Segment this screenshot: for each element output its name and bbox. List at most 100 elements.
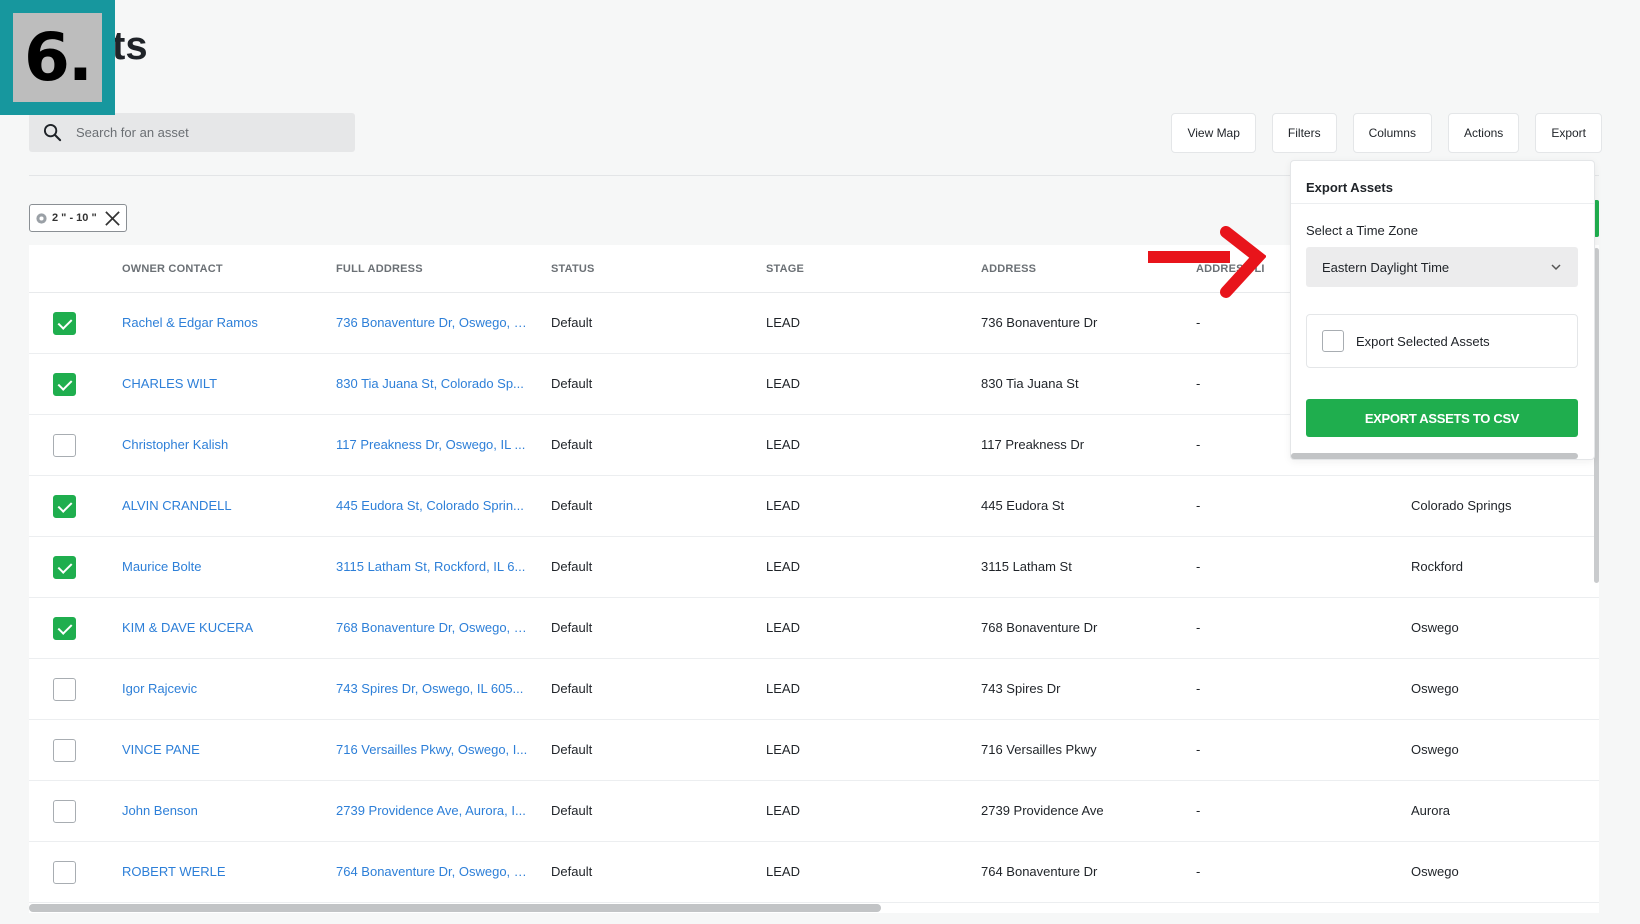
row-checkbox[interactable] <box>53 861 76 884</box>
owner-contact-link[interactable]: ROBERT WERLE <box>122 864 226 879</box>
city-cell: Oswego <box>1411 681 1459 696</box>
address-line-2-cell: - <box>1196 315 1201 330</box>
status-cell: Default <box>551 559 593 574</box>
filter-chip[interactable]: 2 " - 10 " <box>29 204 127 232</box>
export-button[interactable]: Export <box>1535 113 1602 153</box>
page-title: ts <box>112 24 148 68</box>
horizontal-scrollbar[interactable] <box>29 904 881 912</box>
status-cell: Default <box>551 498 593 513</box>
export-csv-button[interactable]: EXPORT ASSETS TO CSV <box>1306 399 1578 437</box>
stage-cell: LEAD <box>766 315 800 330</box>
header-address[interactable]: ADDRESS <box>981 263 1036 275</box>
owner-contact-link[interactable]: KIM & DAVE KUCERA <box>122 620 253 635</box>
filters-button[interactable]: Filters <box>1271 113 1337 153</box>
full-address-link[interactable]: 2739 Providence Ave, Aurora, I... <box>336 803 526 818</box>
table-row[interactable]: ROBERT WERLE 764 Bonaventure Dr, Oswego, … <box>29 842 1599 903</box>
full-address-link[interactable]: 764 Bonaventure Dr, Oswego, I... <box>336 864 528 879</box>
row-checkbox[interactable] <box>53 800 76 823</box>
address-line-2-cell: - <box>1196 437 1201 452</box>
owner-contact-link[interactable]: Maurice Bolte <box>122 559 201 574</box>
city-cell: Rockford <box>1411 559 1464 574</box>
row-checkbox[interactable] <box>53 495 76 518</box>
address-cell: 117 Preakness Dr <box>981 437 1085 452</box>
city-cell: Aurora <box>1411 803 1451 818</box>
city-cell: Oswego <box>1411 620 1459 635</box>
owner-contact-link[interactable]: Rachel & Edgar Ramos <box>122 315 258 330</box>
status-cell: Default <box>551 620 593 635</box>
status-cell: Default <box>551 742 593 757</box>
search-icon <box>43 123 62 142</box>
search-bar[interactable] <box>29 113 355 152</box>
address-line-2-cell: - <box>1196 803 1201 818</box>
full-address-link[interactable]: 736 Bonaventure Dr, Oswego, I... <box>336 315 528 330</box>
export-selected-checkbox[interactable] <box>1322 330 1344 352</box>
full-address-link[interactable]: 445 Eudora St, Colorado Sprin... <box>336 498 524 513</box>
timezone-label: Select a Time Zone <box>1306 223 1418 238</box>
address-cell: 768 Bonaventure Dr <box>981 620 1098 635</box>
gear-icon <box>36 212 47 224</box>
table-row[interactable]: Igor Rajcevic 743 Spires Dr, Oswego, IL 6… <box>29 659 1599 720</box>
full-address-link[interactable]: 830 Tia Juana St, Colorado Sp... <box>336 376 524 391</box>
status-cell: Default <box>551 803 593 818</box>
row-checkbox[interactable] <box>53 617 76 640</box>
stage-cell: LEAD <box>766 376 800 391</box>
address-line-2-cell: - <box>1196 498 1201 513</box>
header-owner-contact[interactable]: OWNER CONTACT <box>122 263 223 275</box>
table-row[interactable]: Maurice Bolte 3115 Latham St, Rockford, I… <box>29 537 1599 598</box>
address-cell: 830 Tia Juana St <box>981 376 1079 391</box>
status-cell: Default <box>551 376 593 391</box>
table-row[interactable]: ALVIN CRANDELL 445 Eudora St, Colorado Sp… <box>29 476 1599 537</box>
actions-button[interactable]: Actions <box>1447 113 1520 153</box>
columns-button[interactable]: Columns <box>1352 113 1432 153</box>
row-checkbox[interactable] <box>53 556 76 579</box>
row-checkbox[interactable] <box>53 434 76 457</box>
close-icon[interactable] <box>104 210 121 227</box>
city-cell: Oswego <box>1411 742 1459 757</box>
stage-cell: LEAD <box>766 498 800 513</box>
stage-cell: LEAD <box>766 803 800 818</box>
owner-contact-link[interactable]: ALVIN CRANDELL <box>122 498 232 513</box>
table-row[interactable]: VINCE PANE 716 Versailles Pkwy, Oswego, I… <box>29 720 1599 781</box>
full-address-link[interactable]: 768 Bonaventure Dr, Oswego, I... <box>336 620 528 635</box>
export-selected-label: Export Selected Assets <box>1356 333 1490 349</box>
step-badge: 6. <box>0 0 115 115</box>
address-cell: 736 Bonaventure Dr <box>981 315 1098 330</box>
table-row[interactable]: KIM & DAVE KUCERA 768 Bonaventure Dr, Osw… <box>29 598 1599 659</box>
stage-cell: LEAD <box>766 437 800 452</box>
stage-cell: LEAD <box>766 559 800 574</box>
full-address-link[interactable]: 3115 Latham St, Rockford, IL 6... <box>336 559 525 574</box>
panel-scrollbar[interactable] <box>1291 453 1578 459</box>
export-panel: Export Assets Select a Time Zone Eastern… <box>1290 160 1595 460</box>
owner-contact-link[interactable]: VINCE PANE <box>122 742 200 757</box>
address-cell: 764 Bonaventure Dr <box>981 864 1098 879</box>
stage-cell: LEAD <box>766 742 800 757</box>
row-checkbox[interactable] <box>53 678 76 701</box>
table-row[interactable]: John Benson 2739 Providence Ave, Aurora, … <box>29 781 1599 842</box>
owner-contact-link[interactable]: Christopher Kalish <box>122 437 228 452</box>
status-cell: Default <box>551 437 593 452</box>
header-full-address[interactable]: FULL ADDRESS <box>336 263 423 275</box>
stage-cell: LEAD <box>766 681 800 696</box>
timezone-select[interactable]: Eastern Daylight Time <box>1306 247 1578 287</box>
filter-chip-label: 2 " - 10 " <box>52 212 97 224</box>
search-input[interactable] <box>76 125 326 140</box>
status-cell: Default <box>551 315 593 330</box>
full-address-link[interactable]: 743 Spires Dr, Oswego, IL 605... <box>336 681 523 696</box>
view-map-button[interactable]: View Map <box>1171 113 1256 153</box>
chevron-down-icon <box>1551 264 1561 271</box>
full-address-link[interactable]: 716 Versailles Pkwy, Oswego, I... <box>336 742 527 757</box>
address-line-2-cell: - <box>1196 742 1201 757</box>
timezone-value: Eastern Daylight Time <box>1322 259 1450 275</box>
row-checkbox[interactable] <box>53 312 76 335</box>
owner-contact-link[interactable]: Igor Rajcevic <box>122 681 197 696</box>
export-selected-option[interactable]: Export Selected Assets <box>1306 314 1578 368</box>
full-address-link[interactable]: 117 Preakness Dr, Oswego, IL ... <box>336 437 525 452</box>
stage-cell: LEAD <box>766 620 800 635</box>
row-checkbox[interactable] <box>53 373 76 396</box>
header-status[interactable]: STATUS <box>551 263 595 275</box>
owner-contact-link[interactable]: CHARLES WILT <box>122 376 217 391</box>
owner-contact-link[interactable]: John Benson <box>122 803 198 818</box>
header-stage[interactable]: STAGE <box>766 263 804 275</box>
row-checkbox[interactable] <box>53 739 76 762</box>
address-cell: 445 Eudora St <box>981 498 1065 513</box>
